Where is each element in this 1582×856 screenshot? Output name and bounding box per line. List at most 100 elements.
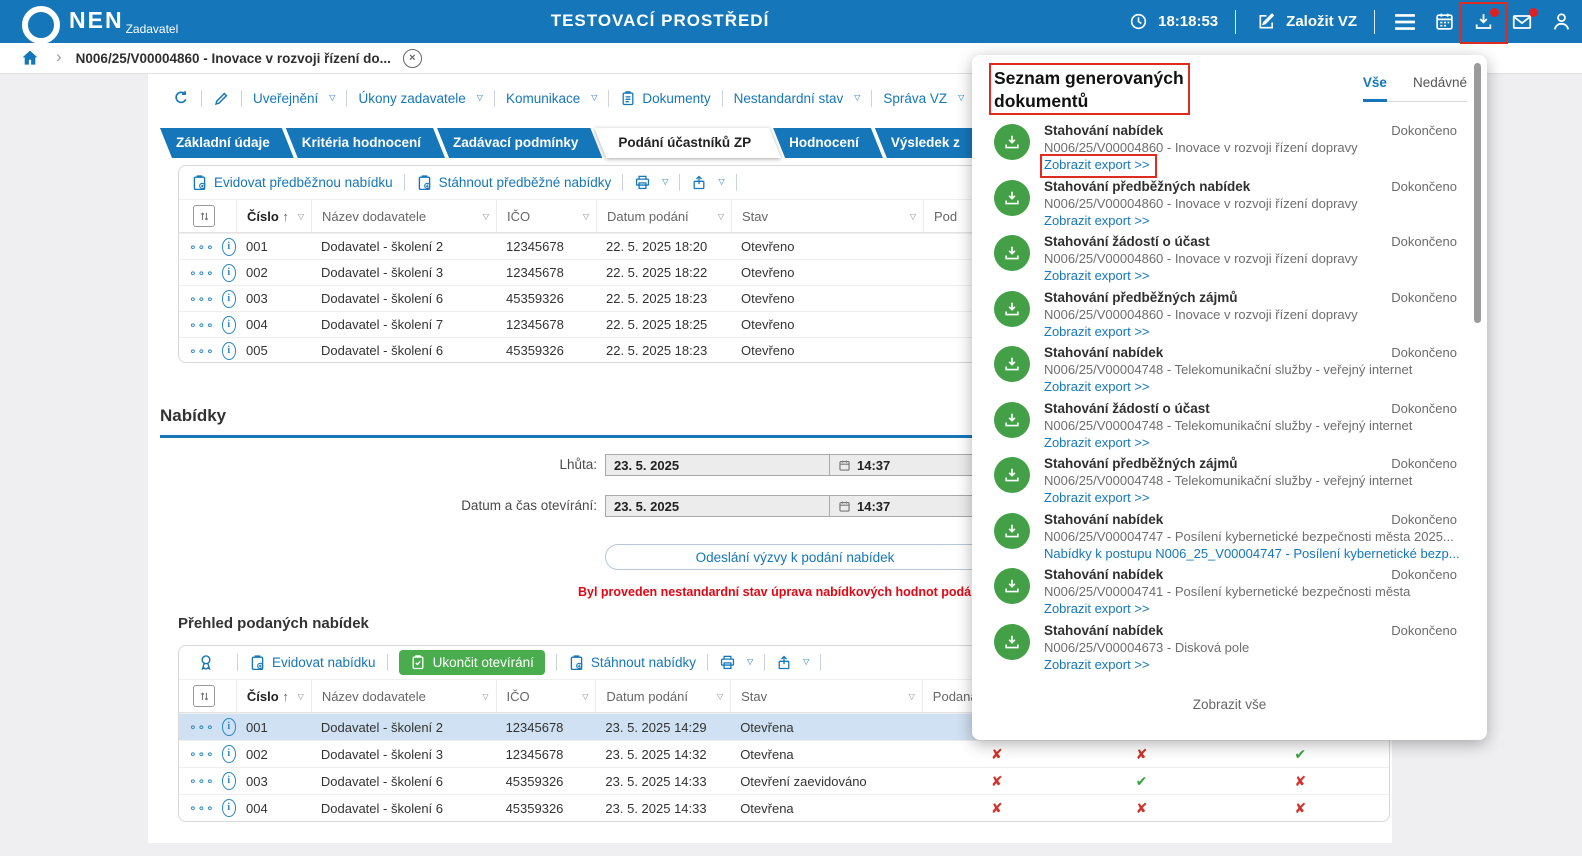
tab-vysledek[interactable]: Výsledek z xyxy=(875,128,984,158)
panel-tab-nedavne[interactable]: Nedávné xyxy=(1413,75,1467,101)
column-settings-icon[interactable] xyxy=(193,205,215,227)
list-item[interactable]: Stahování žádostí o účast N006/25/V00004… xyxy=(972,399,1487,455)
user-profile-button[interactable] xyxy=(1548,9,1574,35)
tab-podani-ucastniku-zp[interactable]: Podání účastníků ZP xyxy=(594,128,781,158)
menu-dokumenty[interactable]: Dokumenty xyxy=(620,90,710,107)
header-stav[interactable]: Stav▽ xyxy=(731,200,923,232)
evaluation-button[interactable] xyxy=(197,653,215,672)
row-menu-icon[interactable]: ∘∘∘ xyxy=(189,266,215,280)
nen-logo[interactable]: NEN Zadavatel xyxy=(22,5,178,44)
list-item[interactable]: Stahování nabídek N006/25/V00004741 - Po… xyxy=(972,565,1487,621)
filter-caret-icon[interactable]: ▽ xyxy=(582,692,588,701)
menu-uverejneni[interactable]: Uveřejnění▽ xyxy=(253,91,335,106)
list-item[interactable]: Stahování nabídek N006/25/V00004747 - Po… xyxy=(972,510,1487,566)
column-settings-icon[interactable] xyxy=(193,685,215,707)
header-nazev-dodavatele[interactable]: Název dodavatele▽ xyxy=(311,200,496,232)
info-icon[interactable]: i xyxy=(222,718,236,736)
nabidky-k-postupu-link[interactable]: Nabídky k postupu N006_25_V00004747 - Po… xyxy=(1044,546,1460,561)
table-row[interactable]: ∘∘∘i 002 Dodavatel - školení 3 12345678 … xyxy=(179,740,1389,767)
zobrazit-export-link[interactable]: Zobrazit export >> xyxy=(1044,324,1150,339)
panel-tab-vse[interactable]: Vše xyxy=(1363,75,1387,102)
close-tab-button[interactable]: × xyxy=(403,49,422,68)
row-menu-icon[interactable]: ∘∘∘ xyxy=(189,720,215,734)
print-table-button[interactable]: ▽ xyxy=(719,654,753,671)
menu-ukony-zadavatele[interactable]: Úkony zadavatele▽ xyxy=(358,91,482,106)
filter-caret-icon[interactable]: ▽ xyxy=(298,692,304,701)
lhuta-time-field[interactable]: 14:37 xyxy=(829,454,985,476)
header-cislo[interactable]: Číslo ↑▽ xyxy=(236,680,311,712)
zobrazit-export-link[interactable]: Zobrazit export >> xyxy=(1044,268,1150,283)
zobrazit-export-link[interactable]: Zobrazit export >> xyxy=(1044,379,1150,394)
oteviranie-date-field[interactable]: 23. 5. 2025 xyxy=(605,495,830,517)
info-icon[interactable]: i xyxy=(222,772,236,790)
row-menu-icon[interactable]: ∘∘∘ xyxy=(189,774,215,788)
list-item[interactable]: Stahování nabídek N006/25/V00004673 - Di… xyxy=(972,621,1487,677)
generated-documents-button[interactable] xyxy=(1470,9,1496,35)
row-menu-icon[interactable]: ∘∘∘ xyxy=(189,801,215,815)
list-item[interactable]: Stahování předběžných zájmů N006/25/V000… xyxy=(972,288,1487,344)
breadcrumb-item[interactable]: N006/25/V00004860 - Inovace v rozvoji ří… xyxy=(76,51,391,66)
list-item[interactable]: Stahování předběžných zájmů N006/25/V000… xyxy=(972,454,1487,510)
menu-button[interactable] xyxy=(1392,9,1418,35)
messages-button[interactable] xyxy=(1509,9,1535,35)
info-icon[interactable]: i xyxy=(222,799,236,817)
tab-hodnoceni[interactable]: Hodnocení xyxy=(773,128,883,158)
zobrazit-export-link[interactable]: Zobrazit export >> xyxy=(1044,157,1150,172)
stahnout-predbezne-nabidky-button[interactable]: Stáhnout předběžné nabídky xyxy=(416,174,612,192)
create-vz-button[interactable]: Založit VZ xyxy=(1253,9,1357,35)
info-icon[interactable]: i xyxy=(222,342,236,360)
zobrazit-export-link[interactable]: Zobrazit export >> xyxy=(1044,601,1150,616)
filter-caret-icon[interactable]: ▽ xyxy=(483,212,489,221)
header-cislo[interactable]: Číslo ↑▽ xyxy=(236,200,311,232)
tab-zadavaci-podminky[interactable]: Zadávací podmínky xyxy=(437,128,602,158)
row-menu-icon[interactable]: ∘∘∘ xyxy=(189,344,215,358)
row-menu-icon[interactable]: ∘∘∘ xyxy=(189,318,215,332)
oteviranie-time-field[interactable]: 14:37 xyxy=(829,495,985,517)
export-table-button[interactable]: ▽ xyxy=(776,654,809,671)
list-item[interactable]: Stahování žádostí o účast N006/25/V00004… xyxy=(972,232,1487,288)
header-datum-podani[interactable]: Datum podání▽ xyxy=(596,200,731,232)
lhuta-date-field[interactable]: 23. 5. 2025 xyxy=(605,454,830,476)
odeslani-vyzvy-button[interactable]: Odeslání výzvy k podání nabídek xyxy=(605,544,985,570)
header-ico[interactable]: IČO▽ xyxy=(496,200,596,232)
edit-button[interactable] xyxy=(213,90,230,107)
info-icon[interactable]: i xyxy=(222,290,236,308)
filter-caret-icon[interactable]: ▽ xyxy=(910,212,916,221)
row-menu-icon[interactable]: ∘∘∘ xyxy=(189,240,215,254)
filter-caret-icon[interactable]: ▽ xyxy=(717,692,723,701)
table-row[interactable]: ∘∘∘i 003 Dodavatel - školení 6 45359326 … xyxy=(179,767,1389,794)
header-datum-podani[interactable]: Datum podání▽ xyxy=(595,680,730,712)
header-ico[interactable]: IČO▽ xyxy=(496,680,596,712)
zobrazit-export-link[interactable]: Zobrazit export >> xyxy=(1044,490,1150,505)
evidovat-predbeznou-nabidku-button[interactable]: Evidovat předběžnou nabídku xyxy=(191,174,393,192)
header-nazev-dodavatele[interactable]: Název dodavatele▽ xyxy=(311,680,496,712)
info-icon[interactable]: i xyxy=(222,745,236,763)
menu-nestandardni-stav[interactable]: Nestandardní stav▽ xyxy=(734,91,861,106)
zobrazit-vse-link[interactable]: Zobrazit vše xyxy=(972,697,1487,712)
zobrazit-export-link[interactable]: Zobrazit export >> xyxy=(1044,213,1150,228)
list-item[interactable]: Stahování nabídek N006/25/V00004748 - Te… xyxy=(972,343,1487,399)
calendar-button[interactable] xyxy=(1431,9,1457,35)
column-settings-cell[interactable] xyxy=(179,200,236,232)
home-button[interactable] xyxy=(20,48,40,68)
filter-caret-icon[interactable]: ▽ xyxy=(909,692,915,701)
tab-zakladni-udaje[interactable]: Základní údaje xyxy=(160,128,294,158)
tab-kriteria-hodnoceni[interactable]: Kritéria hodnocení xyxy=(286,128,445,158)
info-icon[interactable]: i xyxy=(222,238,236,256)
info-icon[interactable]: i xyxy=(222,316,236,334)
ukoncit-otevirani-button[interactable]: Ukončit otevírání xyxy=(399,650,545,675)
row-menu-icon[interactable]: ∘∘∘ xyxy=(189,747,215,761)
filter-caret-icon[interactable]: ▽ xyxy=(583,212,589,221)
print-table-button[interactable]: ▽ xyxy=(634,174,668,191)
list-item[interactable]: Stahování předběžných nabídek N006/25/V0… xyxy=(972,177,1487,233)
menu-komunikace[interactable]: Komunikace▽ xyxy=(506,91,597,106)
info-icon[interactable]: i xyxy=(222,264,236,282)
table-row[interactable]: ∘∘∘i 004 Dodavatel - školení 6 45359326 … xyxy=(179,794,1389,821)
column-settings-cell[interactable] xyxy=(179,680,236,712)
filter-caret-icon[interactable]: ▽ xyxy=(298,212,304,221)
header-stav[interactable]: Stav▽ xyxy=(730,680,922,712)
stahnout-nabidky-button[interactable]: Stáhnout nabídky xyxy=(568,654,696,672)
filter-caret-icon[interactable]: ▽ xyxy=(482,692,488,701)
zobrazit-export-link[interactable]: Zobrazit export >> xyxy=(1044,657,1150,672)
refresh-button[interactable] xyxy=(172,89,190,107)
